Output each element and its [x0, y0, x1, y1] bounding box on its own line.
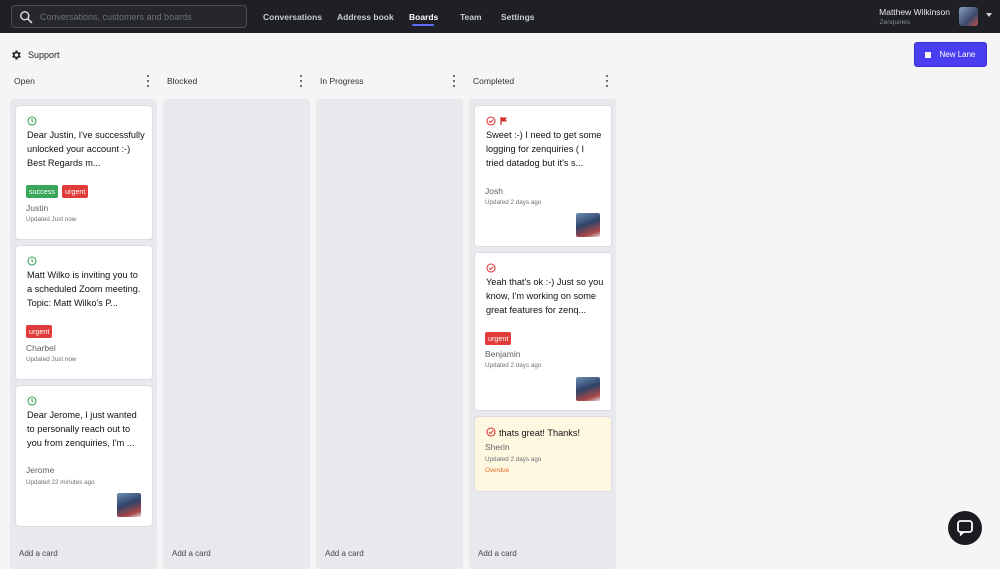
- card-text: Dear Jerome, I just wanted to personally…: [27, 410, 137, 448]
- clock-icon: [27, 256, 37, 266]
- lane-title-in-progress: In Progress: [320, 76, 364, 86]
- lane-in-progress: Add a card: [316, 99, 463, 569]
- card-updated: Updated Just now: [26, 356, 77, 363]
- chevron-down-icon[interactable]: [986, 13, 992, 17]
- top-navigation-bar: Conversations Address book Boards Team S…: [0, 0, 1000, 33]
- tag-urgent[interactable]: urgent: [61, 185, 89, 198]
- add-card-button[interactable]: Add a card: [325, 549, 364, 558]
- lane-completed: Sweet :-) I need to get some logging for…: [469, 99, 616, 569]
- gear-icon[interactable]: [10, 49, 22, 61]
- chat-bubble-icon: [957, 520, 973, 537]
- add-card-button[interactable]: Add a card: [172, 549, 211, 558]
- card-text: Dear Justin, I've successfully unlocked …: [27, 130, 145, 168]
- kebab-icon[interactable]: [299, 75, 303, 87]
- check-circle-icon: [486, 116, 496, 126]
- card-updated: Updated 2 days ago: [485, 199, 542, 206]
- card-author: Justin: [26, 203, 49, 213]
- search-icon: [20, 11, 33, 24]
- tag-urgent[interactable]: urgent: [26, 325, 53, 338]
- check-circle-icon: [486, 427, 496, 437]
- flag-icon: [500, 117, 507, 125]
- card-overdue[interactable]: thats great! Thanks! Sherin Updated 2 da…: [475, 417, 611, 491]
- card-text: thats great! Thanks!: [499, 428, 581, 438]
- card-author: Jerome: [26, 465, 55, 475]
- clock-icon: [27, 396, 37, 406]
- card-author: Josh: [485, 186, 503, 196]
- lane-open: Dear Justin, I've successfully unlocked …: [10, 99, 157, 569]
- nav-address-book[interactable]: Address book: [337, 12, 394, 22]
- card-text: Sweet :-) I need to get some logging for…: [486, 130, 602, 168]
- board-header: Support: [10, 47, 60, 63]
- kebab-icon[interactable]: [452, 75, 456, 87]
- board-title: Support: [28, 50, 60, 60]
- kebab-icon[interactable]: [605, 75, 609, 87]
- card-tags: success urgent: [26, 185, 89, 198]
- nav-boards[interactable]: Boards: [409, 12, 438, 22]
- nav-conversations[interactable]: Conversations: [263, 12, 322, 22]
- card-author: Sherin: [485, 442, 510, 452]
- card[interactable]: Matt Wilko is inviting you to a schedule…: [16, 246, 152, 379]
- card-updated: Updated 22 minutes ago: [26, 479, 95, 486]
- card[interactable]: Dear Justin, I've successfully unlocked …: [16, 106, 152, 239]
- nav-team[interactable]: Team: [460, 12, 482, 22]
- lane-title-blocked: Blocked: [167, 76, 198, 86]
- user-name: Matthew Wilkinson: [879, 7, 950, 17]
- active-nav-indicator: [412, 24, 434, 26]
- assignee-avatar[interactable]: [117, 493, 141, 517]
- card-updated: Updated Just now: [26, 216, 77, 223]
- search-box[interactable]: [11, 5, 247, 28]
- kebab-icon[interactable]: [146, 75, 150, 87]
- user-avatar[interactable]: [959, 7, 978, 26]
- lane-title-open: Open: [14, 76, 35, 86]
- assignee-avatar[interactable]: [576, 213, 600, 237]
- card[interactable]: Dear Jerome, I just wanted to personally…: [16, 386, 152, 526]
- user-organization: Zenquiries: [879, 19, 910, 26]
- clock-icon: [27, 116, 37, 126]
- assignee-avatar[interactable]: [576, 377, 600, 401]
- card-text: Yeah that's ok :-) Just so you know, I'm…: [486, 277, 604, 315]
- lane-title-completed: Completed: [473, 76, 515, 86]
- overdue-label: Overdue: [485, 467, 510, 474]
- card-tags: urgent: [26, 325, 53, 338]
- add-card-button[interactable]: Add a card: [478, 549, 517, 558]
- chat-button[interactable]: [948, 511, 982, 545]
- nav-settings[interactable]: Settings: [501, 12, 535, 22]
- new-lane-label: New Lane: [939, 50, 976, 59]
- plus-icon: [925, 51, 932, 58]
- card[interactable]: Yeah that's ok :-) Just so you know, I'm…: [475, 253, 611, 410]
- card-author: Benjamin: [485, 349, 521, 359]
- card-author: Charbel: [26, 343, 56, 353]
- card-updated: Updated 2 days ago: [485, 362, 542, 369]
- card-tags: urgent: [485, 332, 512, 345]
- tag-urgent[interactable]: urgent: [485, 332, 512, 345]
- check-circle-icon: [486, 263, 496, 273]
- card-text: Matt Wilko is inviting you to a schedule…: [27, 270, 141, 308]
- card[interactable]: Sweet :-) I need to get some logging for…: [475, 106, 611, 246]
- add-card-button[interactable]: Add a card: [19, 549, 58, 558]
- search-input[interactable]: [40, 8, 240, 26]
- card-updated: Updated 2 days ago: [485, 456, 542, 463]
- new-lane-button[interactable]: New Lane: [914, 42, 987, 67]
- lane-blocked: Add a card: [163, 99, 310, 569]
- tag-success[interactable]: success: [26, 185, 58, 198]
